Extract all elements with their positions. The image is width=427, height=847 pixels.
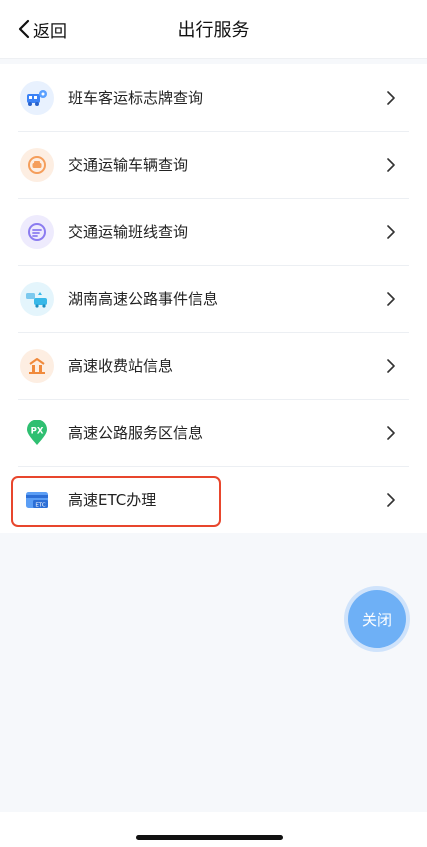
menu-item-label: 湖南高速公路事件信息: [68, 290, 219, 308]
menu-item-label: 高速ETC办理: [68, 491, 157, 509]
vehicle-search-icon: [20, 148, 54, 182]
menu-item-label: 交通运输车辆查询: [68, 156, 189, 174]
back-button[interactable]: 返回: [18, 15, 67, 43]
close-button-label: 关闭: [361, 610, 392, 629]
menu-item-bus-sign-query[interactable]: 班车客运标志牌查询: [0, 64, 427, 131]
menu-item-route-query[interactable]: 交通运输班线查询: [0, 198, 427, 265]
chevron-right-icon: [387, 292, 395, 306]
chevron-right-icon: [387, 225, 395, 239]
service-list: 班车客运标志牌查询 交通运输车辆查询 交通运输班线查询 湖南高速公路事件信息 高…: [0, 64, 427, 533]
menu-item-label: 高速公路服务区信息: [68, 424, 204, 442]
route-search-icon: [20, 215, 54, 249]
menu-item-vehicle-query[interactable]: 交通运输车辆查询: [0, 131, 427, 198]
bottom-bar: [0, 812, 427, 847]
service-area-icon: PX: [20, 416, 54, 450]
toll-station-icon: [20, 349, 54, 383]
home-indicator: [136, 835, 283, 840]
chevron-right-icon: [387, 158, 395, 172]
chevron-left-icon: [18, 19, 30, 39]
menu-item-label: 交通运输班线查询: [68, 223, 189, 241]
menu-item-toll-stations[interactable]: 高速收费站信息: [0, 332, 427, 399]
chevron-right-icon: [387, 359, 395, 373]
chevron-right-icon: [387, 426, 395, 440]
back-label: 返回: [33, 21, 67, 42]
menu-item-etc[interactable]: ETC 高速ETC办理: [0, 466, 427, 533]
chevron-right-icon: [387, 493, 395, 507]
menu-item-service-areas[interactable]: PX 高速公路服务区信息: [0, 399, 427, 466]
menu-item-label: 班车客运标志牌查询: [68, 89, 204, 107]
menu-item-label: 高速收费站信息: [68, 357, 174, 375]
nav-bar: 返回 出行服务: [0, 0, 427, 59]
close-button[interactable]: 关闭: [348, 590, 406, 648]
chevron-right-icon: [387, 91, 395, 105]
highway-event-icon: [20, 282, 54, 316]
etc-card-icon: ETC: [20, 483, 54, 517]
service-area-badge: PX: [31, 427, 44, 437]
menu-item-highway-events[interactable]: 湖南高速公路事件信息: [0, 265, 427, 332]
bus-sign-icon: [20, 81, 54, 115]
etc-badge: ETC: [35, 503, 46, 509]
